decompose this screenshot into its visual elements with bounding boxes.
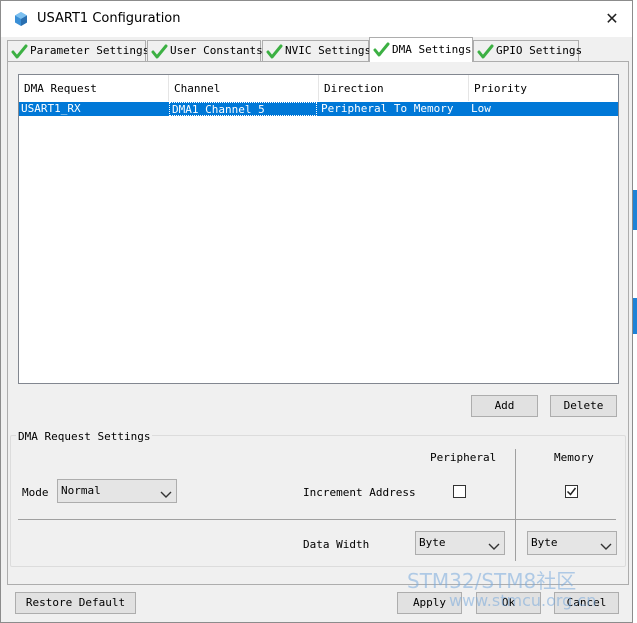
window-title: USART1 Configuration — [37, 11, 181, 26]
cell-direction: Peripheral To Memory — [321, 102, 454, 115]
column-header-dma-request[interactable]: DMA Request — [19, 75, 169, 101]
table-row[interactable]: USART1_RX DMA1 Channel 5 Peripheral To M… — [19, 102, 618, 116]
cell-channel: DMA1 Channel 5 — [169, 102, 317, 116]
mode-select[interactable]: Normal — [57, 479, 177, 503]
tab-parameter-settings[interactable]: Parameter Settings — [7, 40, 150, 62]
tab-user-constants[interactable]: User Constants — [147, 40, 263, 62]
memory-width-value: Byte — [531, 536, 558, 549]
chevron-down-icon — [488, 538, 500, 550]
watermark-text: STM32/STM8社区 — [407, 569, 577, 593]
chevron-down-icon — [600, 538, 612, 550]
watermark-url: www.stmcu.org.cn — [449, 591, 597, 610]
cell-priority: Low — [471, 102, 491, 115]
memory-data-width-select[interactable]: Byte — [527, 531, 617, 555]
green-check-icon — [151, 43, 168, 60]
tab-label: DMA Settings — [392, 43, 472, 56]
increment-address-label: Increment Address — [303, 486, 416, 499]
background-accent — [633, 190, 637, 230]
green-check-icon — [266, 43, 283, 60]
close-icon[interactable]: ✕ — [600, 7, 624, 31]
mode-label: Mode — [22, 486, 49, 499]
peripheral-header: Peripheral — [430, 451, 497, 464]
tab-label: User Constants — [170, 44, 263, 57]
memory-header: Memory — [554, 451, 594, 464]
tab-nvic-settings[interactable]: NVIC Settings — [262, 40, 372, 62]
peripheral-width-value: Byte — [419, 536, 446, 549]
background-accent — [633, 298, 637, 334]
column-header-priority[interactable]: Priority — [469, 75, 618, 101]
tab-label: Parameter Settings — [30, 44, 150, 57]
column-divider — [515, 449, 516, 561]
tab-label: GPIO Settings — [496, 44, 583, 57]
configuration-dialog: USART1 Configuration ✕ Parameter Setting… — [0, 0, 633, 623]
tab-label: NVIC Settings — [285, 44, 372, 57]
table-header: DMA Request Channel Direction Priority — [19, 75, 618, 101]
column-header-direction[interactable]: Direction — [319, 75, 469, 101]
cell-dma-request: USART1_RX — [21, 102, 81, 115]
dma-settings-panel: DMA Request Channel Direction Priority U… — [7, 61, 629, 585]
title-bar: USART1 Configuration ✕ — [1, 1, 632, 37]
group-title: DMA Request Settings — [16, 430, 153, 443]
green-check-icon — [373, 41, 390, 58]
tab-strip: Parameter Settings User Constants NVIC S… — [7, 37, 629, 62]
chevron-down-icon — [160, 486, 172, 498]
data-width-label: Data Width — [303, 538, 370, 551]
peripheral-increment-checkbox[interactable] — [453, 485, 466, 498]
column-header-channel[interactable]: Channel — [169, 75, 319, 101]
checkmark-icon — [566, 487, 577, 496]
restore-default-button[interactable]: Restore Default — [15, 592, 136, 614]
row-divider — [18, 519, 616, 520]
green-check-icon — [477, 43, 494, 60]
cube-icon — [13, 11, 29, 27]
green-check-icon — [11, 43, 28, 60]
tab-gpio-settings[interactable]: GPIO Settings — [473, 40, 583, 62]
tab-dma-settings[interactable]: DMA Settings — [369, 37, 473, 62]
delete-button[interactable]: Delete — [550, 395, 617, 417]
mode-select-value: Normal — [61, 484, 101, 497]
add-button[interactable]: Add — [471, 395, 538, 417]
memory-increment-checkbox[interactable] — [565, 485, 578, 498]
background-window-edge — [633, 0, 637, 623]
dma-request-table[interactable]: DMA Request Channel Direction Priority U… — [18, 74, 619, 384]
peripheral-data-width-select[interactable]: Byte — [415, 531, 505, 555]
